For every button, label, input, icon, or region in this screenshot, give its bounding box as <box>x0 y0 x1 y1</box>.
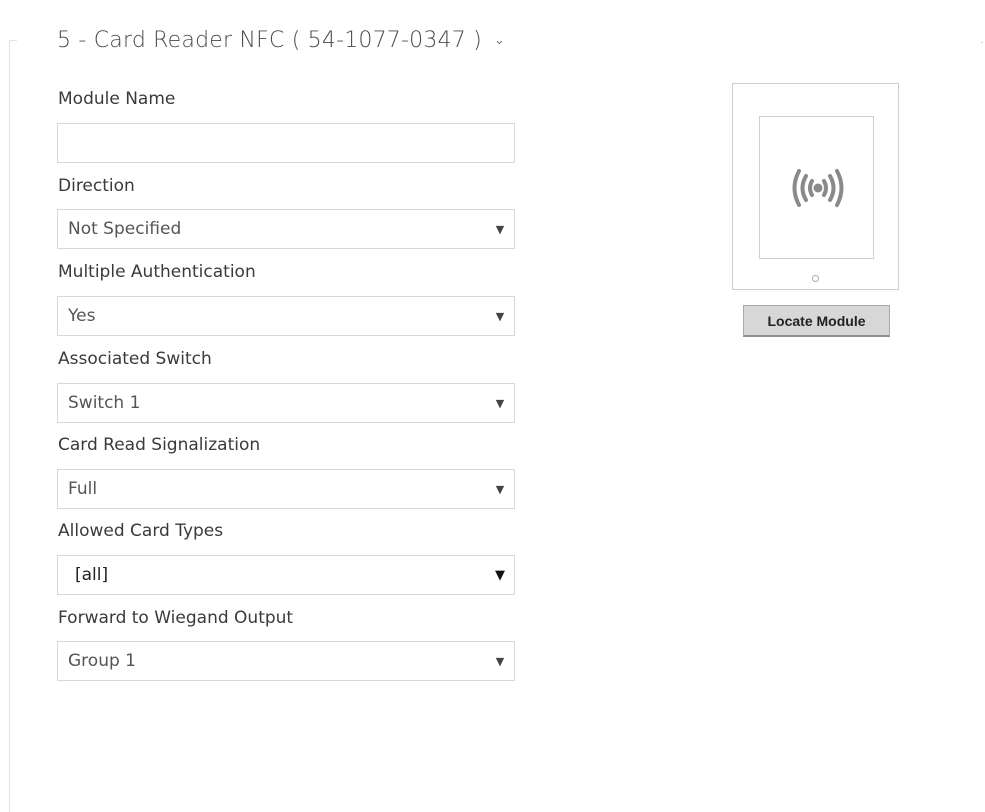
chevron-down-icon[interactable]: ⌄ <box>494 34 505 47</box>
forward-wiegand-select[interactable]: Group 1 ▼ <box>57 641 515 681</box>
module-name-label: Module Name <box>58 89 176 109</box>
device-screen <box>759 116 874 259</box>
module-section-header[interactable]: 5 - Card Reader NFC ( 54-1077-0347 ) ⌄ <box>57 28 505 53</box>
module-device-illustration <box>732 83 899 290</box>
multiple-authentication-selected-value: Yes <box>68 306 96 326</box>
dropdown-arrow-icon: ▼ <box>495 654 505 668</box>
forward-wiegand-selected-value: Group 1 <box>68 651 136 671</box>
associated-switch-select[interactable]: Switch 1 ▼ <box>57 383 515 423</box>
direction-label: Direction <box>58 176 135 196</box>
allowed-card-types-label: Allowed Card Types <box>58 521 224 541</box>
card-read-signalization-selected-value: Full <box>68 479 98 499</box>
dropdown-arrow-icon: ▼ <box>495 222 505 236</box>
section-frame-top-line <box>9 40 17 41</box>
dropdown-arrow-icon: ▼ <box>495 309 505 323</box>
section-frame-left-line <box>9 40 10 812</box>
dropdown-arrow-icon: ▼ <box>495 567 505 583</box>
module-name-input[interactable] <box>57 123 515 163</box>
module-title: 5 - Card Reader NFC ( 54-1077-0347 ) <box>57 28 482 53</box>
multiple-authentication-label: Multiple Authentication <box>58 262 256 282</box>
locate-module-button[interactable]: Locate Module <box>743 305 890 337</box>
allowed-card-types-select[interactable]: [all] ▼ <box>57 555 515 595</box>
associated-switch-label: Associated Switch <box>58 349 212 369</box>
dropdown-arrow-icon: ▼ <box>495 482 505 496</box>
card-read-signalization-label: Card Read Signalization <box>58 435 261 455</box>
allowed-card-types-selected-value: [all] <box>75 565 109 585</box>
direction-selected-value: Not Specified <box>68 219 182 239</box>
device-indicator-dot <box>812 275 819 282</box>
corner-mark <box>981 42 983 43</box>
direction-select[interactable]: Not Specified ▼ <box>57 209 515 249</box>
dropdown-arrow-icon: ▼ <box>495 396 505 410</box>
associated-switch-selected-value: Switch 1 <box>68 393 141 413</box>
card-read-signalization-select[interactable]: Full ▼ <box>57 469 515 509</box>
forward-wiegand-label: Forward to Wiegand Output <box>58 608 294 628</box>
multiple-authentication-select[interactable]: Yes ▼ <box>57 296 515 336</box>
nfc-waves-icon <box>792 169 844 207</box>
